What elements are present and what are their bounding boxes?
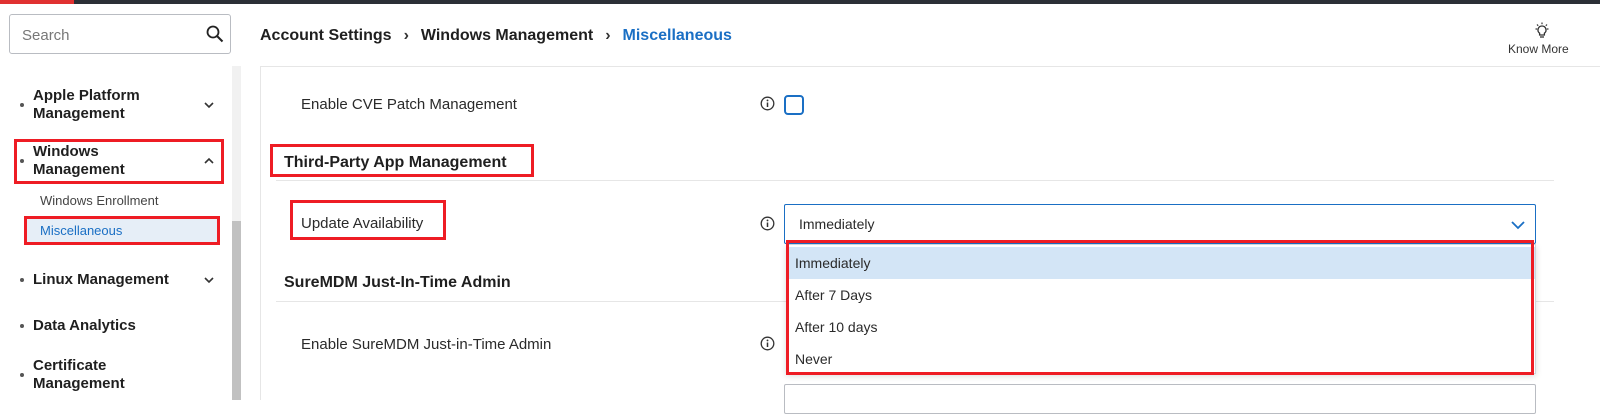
update-availability-label: Update Availability xyxy=(301,215,424,232)
option-immediately[interactable]: Immediately xyxy=(787,247,1535,279)
top-bar-accent xyxy=(0,0,74,4)
breadcrumb: Account Settings › Windows Management › … xyxy=(260,24,732,48)
sidebar-item-windows-management[interactable]: Windows Management xyxy=(16,139,221,183)
update-availability-dropdown: Immediately After 7 Days After 10 days N… xyxy=(786,244,1536,374)
sidebar-scrollbar[interactable] xyxy=(232,66,241,400)
sidebar-item-label: Apple Platform Management xyxy=(33,87,140,122)
sidebar-subitem-miscellaneous[interactable]: Miscellaneous xyxy=(24,218,220,244)
bullet-icon xyxy=(20,103,24,107)
bullet-icon xyxy=(20,373,24,377)
bullet-icon xyxy=(20,159,24,163)
search-icon[interactable] xyxy=(206,25,224,43)
option-after-10-days[interactable]: After 10 days xyxy=(787,311,1535,343)
info-icon[interactable] xyxy=(760,336,775,351)
cve-patch-label: Enable CVE Patch Management xyxy=(301,96,517,113)
sidebar-item-apple-platform-management[interactable]: Apple Platform Management xyxy=(16,86,221,124)
sidebar-item-label: Linux Management xyxy=(33,271,169,288)
sidebar-item-label: Data Analytics xyxy=(33,317,136,334)
sidebar-subitem-windows-enrollment[interactable]: Windows Enrollment xyxy=(24,188,220,214)
section-divider xyxy=(276,180,1554,181)
sidebar-item-label: Windows Management xyxy=(33,143,125,178)
bullet-icon xyxy=(20,324,24,328)
option-after-7-days[interactable]: After 7 Days xyxy=(787,279,1535,311)
sidebar-item-linux-management[interactable]: Linux Management xyxy=(16,270,221,290)
jit-admin-section-title: SureMDM Just-In-Time Admin xyxy=(284,274,511,291)
breadcrumb-separator-icon: › xyxy=(403,27,409,44)
chevron-up-icon[interactable] xyxy=(203,155,215,167)
option-never[interactable]: Never xyxy=(787,343,1535,375)
chevron-down-icon[interactable] xyxy=(1509,216,1527,234)
content-border xyxy=(260,66,261,400)
lightbulb-icon xyxy=(1535,22,1549,38)
search-input[interactable] xyxy=(20,15,204,55)
scrollbar-thumb[interactable] xyxy=(232,221,241,400)
jit-admin-input[interactable] xyxy=(784,384,1536,414)
bullet-icon xyxy=(20,278,24,282)
know-more-label: Know More xyxy=(1508,42,1569,56)
sidebar-item-data-analytics[interactable]: Data Analytics xyxy=(16,316,221,336)
chevron-down-icon[interactable] xyxy=(203,99,215,111)
select-value: Immediately xyxy=(799,216,875,232)
breadcrumb-current: Miscellaneous xyxy=(622,27,732,44)
breadcrumb-item[interactable]: Windows Management xyxy=(421,27,593,45)
info-icon[interactable] xyxy=(760,96,775,111)
content-divider xyxy=(260,66,1600,67)
sidebar-item-certificate-management[interactable]: Certificate Management xyxy=(16,356,221,394)
info-icon[interactable] xyxy=(760,216,775,231)
cve-patch-checkbox[interactable] xyxy=(784,95,804,115)
jit-admin-label: Enable SureMDM Just-in-Time Admin xyxy=(301,336,552,353)
chevron-down-icon[interactable] xyxy=(203,274,215,286)
update-availability-select[interactable]: Immediately xyxy=(784,204,1536,244)
breadcrumb-item[interactable]: Account Settings xyxy=(260,27,392,45)
know-more-button[interactable]: Know More xyxy=(1506,22,1600,62)
search-box[interactable] xyxy=(9,14,231,55)
top-bar xyxy=(0,0,1600,4)
sidebar-item-label: Certificate Management xyxy=(33,357,125,392)
breadcrumb-separator-icon: › xyxy=(605,27,611,44)
third-party-section-title: Third-Party App Management xyxy=(284,154,507,171)
